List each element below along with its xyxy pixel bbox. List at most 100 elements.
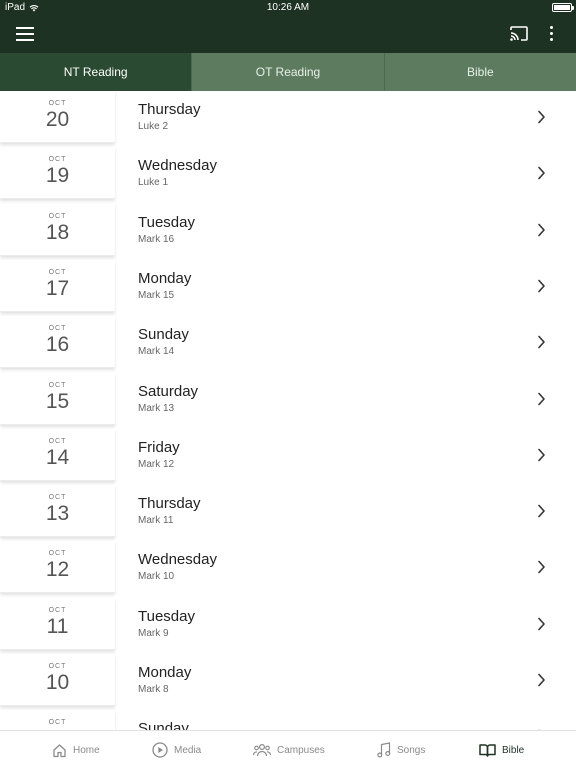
people-icon xyxy=(253,743,271,757)
nav-bible[interactable]: Bible xyxy=(479,731,524,768)
chevron-right-icon xyxy=(538,561,545,574)
reading-passage: Mark 16 xyxy=(138,233,175,245)
reading-day-name: Thursday xyxy=(138,101,201,118)
reading-passage: Mark 9 xyxy=(138,627,169,639)
reading-day-name: Monday xyxy=(138,269,192,287)
chevron-right-icon xyxy=(538,617,545,630)
reading-passage: Mark 10 xyxy=(138,571,175,583)
date-month: OCT xyxy=(48,156,67,164)
reading-passage: Mark 8 xyxy=(138,684,169,695)
date-card: OCT 10 xyxy=(0,654,115,706)
date-card: OCT 13 xyxy=(0,485,115,538)
status-bar: iPad 10:26 AM xyxy=(0,0,576,16)
reading-passage: Luke 2 xyxy=(138,121,169,132)
tab-nt-reading[interactable]: NT Reading xyxy=(0,53,193,91)
reading-row[interactable]: OCT 17 Monday Mark 15 xyxy=(0,259,576,316)
reading-passage: Mark 11 xyxy=(138,515,174,527)
tab-ot-reading[interactable]: OT Reading xyxy=(192,53,385,91)
chevron-right-icon xyxy=(538,279,545,293)
reading-day-name: Tuesday xyxy=(138,213,195,231)
date-month: OCT xyxy=(48,494,67,502)
date-month: OCT xyxy=(48,606,67,614)
nav-home-label: Home xyxy=(73,744,100,756)
reading-row[interactable]: OCT 10 Monday Mark 8 xyxy=(0,654,576,710)
reading-day-name: Sunday xyxy=(138,326,189,344)
status-time: 10:26 AM xyxy=(266,2,310,13)
nav-media[interactable]: Media xyxy=(152,731,201,768)
reading-row[interactable]: OCT 16 Sunday Mark 14 xyxy=(0,316,576,372)
date-card: OCT xyxy=(0,710,115,730)
date-month: OCT xyxy=(48,268,67,276)
nav-campuses[interactable]: Campuses xyxy=(253,731,325,768)
date-card: OCT 15 xyxy=(0,372,115,425)
reading-list: OCT 20 Thursday Luke 2 OCT 19 Wednesday Luke 1O… xyxy=(0,91,576,730)
chevron-right-icon xyxy=(538,392,545,405)
chevron-right-icon xyxy=(538,223,545,236)
home-icon xyxy=(53,743,66,757)
date-day: 13 xyxy=(45,502,70,526)
date-card: OCT 19 xyxy=(0,147,115,200)
date-month: OCT xyxy=(48,437,67,445)
bottom-nav: Home Media Campuses Songs Bible xyxy=(0,730,576,768)
reading-day-name: Saturday xyxy=(138,382,199,400)
date-day: 11 xyxy=(46,614,69,638)
reading-passage: Luke 1 xyxy=(138,177,169,189)
date-month: OCT xyxy=(48,550,67,558)
play-circle-icon xyxy=(152,742,168,758)
reading-row[interactable]: OCT 15 Saturday Mark 13 xyxy=(0,372,576,429)
chevron-right-icon xyxy=(538,166,545,180)
music-note-icon xyxy=(377,742,391,758)
reading-row[interactable]: OCT 12 Wednesday Mark 10 xyxy=(0,541,576,597)
date-month: OCT xyxy=(48,212,67,220)
date-day: 19 xyxy=(45,164,70,188)
date-month: OCT xyxy=(48,663,67,670)
date-card: OCT 11 xyxy=(0,597,115,650)
reading-row[interactable]: OCT 13 Thursday Mark 11 xyxy=(0,485,576,541)
date-day: 18 xyxy=(45,220,70,244)
reading-day-name: Friday xyxy=(138,438,180,456)
date-card: OCT 17 xyxy=(0,259,115,312)
reading-day-name: Wednesday xyxy=(138,551,217,569)
cast-icon[interactable] xyxy=(510,26,528,41)
more-vert-icon[interactable] xyxy=(549,26,553,42)
date-card: OCT 20 xyxy=(0,91,115,143)
chevron-right-icon xyxy=(538,504,545,518)
book-icon xyxy=(479,744,496,757)
reading-tabs: NT Reading OT Reading Bible xyxy=(0,53,576,91)
reading-day-name: Wednesday xyxy=(138,157,217,175)
nav-bible-label: Bible xyxy=(502,744,525,756)
chevron-right-icon xyxy=(538,335,545,349)
date-card: OCT 14 xyxy=(0,428,115,481)
reading-row[interactable]: OCT 20 Thursday Luke 2 xyxy=(0,91,576,147)
reading-day-name: Tuesday xyxy=(138,607,195,625)
reading-passage: Mark 15 xyxy=(138,289,175,301)
reading-row[interactable]: OCT 18 Tuesday Mark 16 xyxy=(0,203,576,260)
nav-songs[interactable]: Songs xyxy=(377,731,425,768)
reading-passage: Mark 12 xyxy=(138,458,175,470)
reading-row[interactable]: OCT 11 Tuesday Mark 9 xyxy=(0,597,576,654)
nav-home[interactable]: Home xyxy=(52,731,100,768)
date-day: 15 xyxy=(45,389,70,413)
nav-media-label: Media xyxy=(174,744,202,756)
reading-passage: Mark 13 xyxy=(138,402,175,414)
reading-row[interactable]: OCT Sunday xyxy=(0,710,576,730)
date-month: OCT xyxy=(48,325,67,333)
nav-campuses-label: Campuses xyxy=(277,744,325,756)
date-card: OCT 12 xyxy=(0,541,115,594)
chevron-right-icon xyxy=(538,673,545,687)
date-month: OCT xyxy=(48,381,67,389)
date-card: OCT 16 xyxy=(0,316,115,369)
chevron-right-icon xyxy=(538,110,545,124)
reading-day-name: Sunday xyxy=(138,720,189,730)
reading-row[interactable]: OCT 14 Friday Mark 12 xyxy=(0,428,576,485)
date-day: 14 xyxy=(45,445,70,469)
reading-passage: Mark 14 xyxy=(138,346,175,358)
date-day: 16 xyxy=(45,333,70,357)
menu-icon[interactable] xyxy=(16,27,34,41)
date-day: 12 xyxy=(45,558,70,582)
battery-icon xyxy=(552,3,574,12)
reading-row[interactable]: OCT 19 Wednesday Luke 1 xyxy=(0,147,576,203)
date-card: OCT 18 xyxy=(0,203,115,256)
tab-bible[interactable]: Bible xyxy=(385,53,576,91)
nav-songs-label: Songs xyxy=(397,744,426,756)
